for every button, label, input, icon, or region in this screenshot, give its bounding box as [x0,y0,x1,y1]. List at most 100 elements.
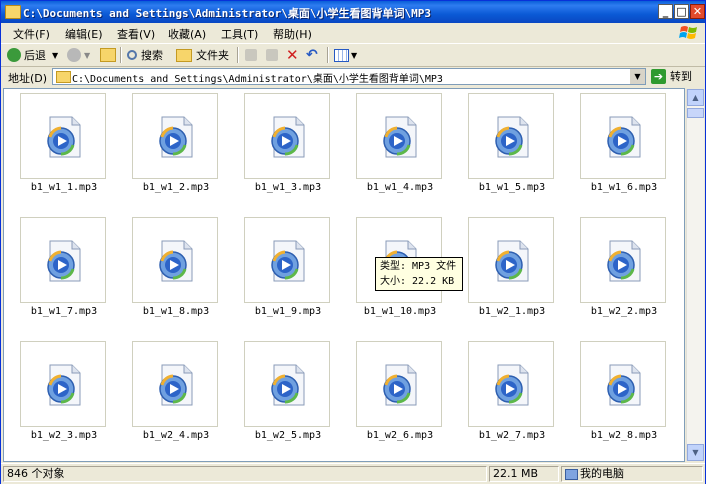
media-player-icon [607,364,641,406]
file-name: b1_w2_4.mp3 [142,430,210,441]
menu-view[interactable]: 查看(V) [117,26,155,42]
file-item[interactable]: b1_w1_7.mp3 [4,213,114,323]
file-thumbnail [132,341,218,427]
file-item[interactable]: b1_w2_8.mp3 [564,337,674,447]
undo-button[interactable]: ↶ [306,46,318,64]
menu-file[interactable]: 文件(F) [13,26,50,42]
file-name: b1_w2_5.mp3 [254,430,322,441]
back-label: 后退 [24,49,46,62]
vertical-scrollbar[interactable]: ▲ ▼ [686,89,704,461]
folder-icon [176,48,192,62]
menu-edit[interactable]: 编辑(E) [65,26,103,42]
file-item[interactable]: b1_w1_9.mp3 [228,213,338,323]
computer-icon [565,469,578,480]
file-name: b1_w2_2.mp3 [590,306,658,317]
window-title: C:\Documents and Settings\Administrator\… [23,7,432,20]
delete-button[interactable]: ✕ [286,46,299,64]
search-icon [127,50,137,60]
media-player-icon [159,364,193,406]
file-thumbnail [244,93,330,179]
search-button[interactable]: 搜索 [127,46,163,64]
file-name: b1_w1_4.mp3 [366,182,434,193]
file-thumbnail [20,217,106,303]
file-name: b1_w1_10.mp3 [363,306,437,317]
status-size: 22.1 MB [489,466,559,482]
undo-icon: ↶ [306,47,318,63]
media-player-icon [607,116,641,158]
menu-bar: 文件(F) 编辑(E) 查看(V) 收藏(A) 工具(T) 帮助(H) [1,23,705,44]
file-item[interactable]: b1_w1_4.mp3 [340,89,450,199]
go-button[interactable]: ➔ 转到 [651,68,692,84]
scroll-up-icon[interactable]: ▲ [687,89,704,106]
folders-button[interactable]: 文件夹 [176,46,229,64]
toolbar: 后退 ▼ ▼ 搜索 文件夹 ✕ ↶ ▼ [1,44,705,67]
menu-favorites[interactable]: 收藏(A) [168,26,206,42]
views-button[interactable]: ▼ [334,46,357,64]
file-item[interactable]: b1_w2_7.mp3 [452,337,562,447]
media-player-icon [271,364,305,406]
address-value: C:\Documents and Settings\Administrator\… [72,74,443,85]
maximize-button[interactable]: □ [674,4,689,19]
file-name: b1_w1_1.mp3 [30,182,98,193]
address-input[interactable]: C:\Documents and Settings\Administrator\… [52,68,646,85]
file-item[interactable]: b1_w2_5.mp3 [228,337,338,447]
file-name: b1_w1_7.mp3 [30,306,98,317]
scroll-thumb[interactable] [687,108,704,118]
media-player-icon [495,364,529,406]
file-name: b1_w1_8.mp3 [142,306,210,317]
search-label: 搜索 [141,49,163,62]
file-thumbnail [468,93,554,179]
title-bar[interactable]: C:\Documents and Settings\Administrator\… [1,1,705,23]
scroll-down-icon[interactable]: ▼ [687,444,704,461]
delete-icon: ✕ [286,46,299,64]
file-name: b1_w2_3.mp3 [30,430,98,441]
file-list[interactable]: 类型: MP3 文件 大小: 22.2 KB b1_w1_1.mp3 b1_w1_… [3,88,685,462]
go-arrow-icon: ➔ [651,68,666,84]
media-player-icon [271,116,305,158]
file-thumbnail [20,93,106,179]
up-folder-button[interactable] [100,46,116,64]
back-arrow-icon [7,48,21,62]
file-item[interactable]: b1_w2_1.mp3 [452,213,562,323]
media-player-icon [383,116,417,158]
tooltip-type: 类型: MP3 文件 [380,261,457,272]
file-tooltip: 类型: MP3 文件 大小: 22.2 KB [375,257,463,291]
file-item[interactable]: b1_w1_5.mp3 [452,89,562,199]
folder-icon [56,71,71,83]
media-player-icon [159,116,193,158]
menu-tools[interactable]: 工具(T) [221,26,258,42]
status-bar: 846 个对象 22.1 MB 我的电脑 [1,463,705,484]
status-location-label: 我的电脑 [580,467,624,480]
back-button[interactable]: 后退 ▼ [7,46,58,64]
chevron-down-icon[interactable]: ▼ [629,69,645,84]
close-button[interactable]: ✕ [690,4,705,19]
status-location: 我的电脑 [561,466,703,482]
file-item[interactable]: b1_w2_2.mp3 [564,213,674,323]
copy-to-button[interactable] [266,46,278,64]
file-item[interactable]: b1_w1_1.mp3 [4,89,114,199]
media-player-icon [159,240,193,282]
file-item[interactable]: b1_w2_3.mp3 [4,337,114,447]
media-player-icon [607,240,641,282]
file-name: b1_w1_2.mp3 [142,182,210,193]
menu-help[interactable]: 帮助(H) [273,26,312,42]
minimize-button[interactable]: _ [658,4,673,19]
file-thumbnail [132,93,218,179]
media-player-icon [47,116,81,158]
forward-button[interactable]: ▼ [67,46,90,64]
windows-logo-icon [679,26,697,39]
chevron-down-icon: ▼ [52,50,59,60]
file-item[interactable]: b1_w1_2.mp3 [116,89,226,199]
media-player-icon [383,364,417,406]
file-name: b1_w1_3.mp3 [254,182,322,193]
move-to-button[interactable] [245,46,257,64]
file-item[interactable]: b1_w1_6.mp3 [564,89,674,199]
views-icon [334,48,349,62]
file-item[interactable]: b1_w1_3.mp3 [228,89,338,199]
file-name: b1_w2_7.mp3 [478,430,546,441]
file-item[interactable]: b1_w2_6.mp3 [340,337,450,447]
file-thumbnail [580,217,666,303]
file-thumbnail [580,93,666,179]
file-item[interactable]: b1_w1_8.mp3 [116,213,226,323]
file-item[interactable]: b1_w2_4.mp3 [116,337,226,447]
